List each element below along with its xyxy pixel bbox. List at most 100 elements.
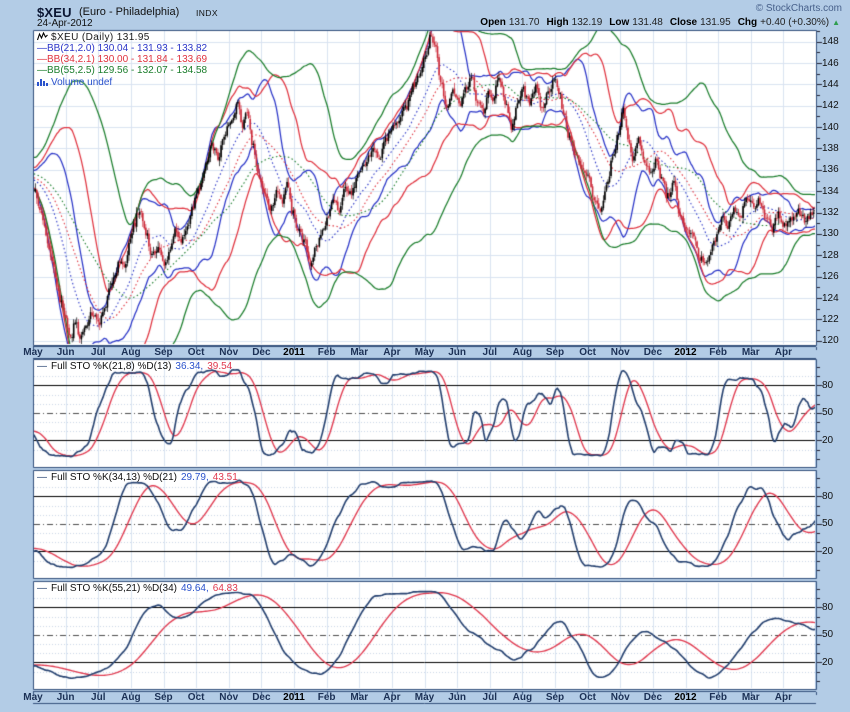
price-tick-label: 142: [822, 101, 839, 111]
ohlc-label: Open: [480, 17, 506, 28]
price-tick-label: 144: [822, 80, 839, 90]
month-label: Sep: [546, 693, 564, 703]
stoch-level-label: 50: [822, 519, 833, 529]
month-label: Aug: [121, 348, 140, 358]
volume-bars-icon: [37, 77, 48, 86]
month-label: Mar: [742, 693, 760, 703]
ohlc-label: Close: [670, 17, 697, 28]
month-label: Jun: [448, 348, 466, 358]
month-label: 2011: [283, 348, 305, 358]
month-label: May: [23, 348, 42, 358]
month-label: Oct: [188, 693, 205, 703]
month-label: Nov: [611, 693, 630, 703]
candlestick-style-icon: [37, 32, 48, 41]
month-label: Apr: [383, 693, 400, 703]
month-label: Aug: [121, 693, 140, 703]
ohlc-value: 132.19: [572, 17, 603, 28]
month-label: May: [415, 348, 434, 358]
stoch-level-label: 80: [822, 603, 833, 613]
chart-date: 24-Apr-2012: [37, 19, 93, 29]
stoch-level-label: 80: [822, 492, 833, 502]
bb-line-swatch: —: [37, 43, 47, 54]
main-legend-text: $XEU (Daily) 131.95: [51, 32, 150, 43]
change-up-arrow: ▲: [832, 18, 840, 27]
stoch-d-value: 39.54: [207, 361, 232, 372]
price-tick-label: 120: [822, 336, 839, 346]
bb-legend-text: BB(55,2.5) 129.56 - 132.07 - 134.58: [47, 65, 207, 76]
price-tick-label: 132: [822, 208, 839, 218]
stoch-level-label: 20: [822, 436, 833, 446]
month-label: Aug: [513, 348, 532, 358]
month-label: Dec: [252, 693, 270, 703]
month-label: Jul: [483, 693, 497, 703]
price-tick-label: 134: [822, 187, 839, 197]
bb-legend-55: —BB(55,2.5) 129.56 - 132.07 - 134.58: [37, 66, 207, 76]
month-label: May: [415, 693, 434, 703]
month-label: Nov: [219, 693, 238, 703]
price-tick-label: 136: [822, 165, 839, 175]
stoch-level-label: 50: [822, 408, 833, 418]
month-label: Nov: [611, 348, 630, 358]
month-label: Jun: [57, 693, 75, 703]
price-tick-label: 140: [822, 123, 839, 133]
month-label: Jun: [57, 348, 75, 358]
ohlc-label: Chg: [738, 17, 757, 28]
ohlc-value: +0.40 (+0.30%): [760, 17, 829, 28]
stoch-level-label: 20: [822, 547, 833, 557]
main-legend-line: $XEU (Daily) 131.95: [37, 32, 150, 43]
month-label: Dec: [644, 693, 662, 703]
price-tick-label: 124: [822, 294, 839, 304]
month-label: Aug: [513, 693, 532, 703]
month-label: Mar: [742, 348, 760, 358]
month-label: Mar: [350, 348, 368, 358]
month-label: Dec: [644, 348, 662, 358]
volume-legend-line: Volume undef: [37, 77, 112, 88]
month-label: 2012: [674, 348, 696, 358]
month-label: Jul: [483, 348, 497, 358]
price-tick-label: 146: [822, 59, 839, 69]
stoch-k-value: 49.64,: [181, 583, 209, 594]
month-label: Nov: [219, 348, 238, 358]
month-label: Jul: [91, 693, 105, 703]
ohlc-value: 131.48: [632, 17, 663, 28]
ohlc-label: High: [546, 17, 568, 28]
stockcharts-chart-window: $XEU (Euro - Philadelphia) INDX © StockC…: [0, 0, 850, 712]
price-tick-label: 148: [822, 37, 839, 47]
bb-legend-text: BB(21,2.0) 130.04 - 131.93 - 133.82: [47, 43, 207, 54]
month-label: Feb: [318, 348, 336, 358]
price-tick-label: 128: [822, 251, 839, 261]
stoch-line-swatch: —: [37, 583, 47, 594]
stoch-legend-text: Full STO %K(55,21) %D(34): [51, 583, 177, 594]
month-label: Feb: [709, 693, 727, 703]
ohlc-value: 131.95: [700, 17, 731, 28]
month-label: Mar: [350, 693, 368, 703]
stoch-d-value: 64.83: [213, 583, 238, 594]
month-label: Sep: [546, 348, 564, 358]
price-tick-label: 126: [822, 272, 839, 282]
bb-line-swatch: —: [37, 54, 47, 65]
stoch-line-swatch: —: [37, 472, 47, 483]
stoch-panel-legend: —Full STO %K(21,8) %D(13)36.34,39.54: [37, 362, 232, 372]
stoch-legend-text: Full STO %K(34,13) %D(21): [51, 472, 177, 483]
stoch-legend-text: Full STO %K(21,8) %D(13): [51, 361, 171, 372]
month-label: Oct: [579, 348, 596, 358]
month-label: Apr: [775, 348, 792, 358]
stoch-level-label: 50: [822, 630, 833, 640]
month-label: 2011: [283, 693, 305, 703]
ohlc-label: Low: [609, 17, 629, 28]
month-label: 2012: [674, 693, 696, 703]
month-label: Sep: [154, 693, 172, 703]
ohlc-readout: Open131.70 High 132.19 Low131.48 Close131.95…: [473, 18, 840, 28]
ohlc-value: 131.70: [509, 17, 540, 28]
month-label: Feb: [709, 348, 727, 358]
month-label: Jul: [91, 348, 105, 358]
stoch-level-label: 80: [822, 381, 833, 391]
month-label: Apr: [775, 693, 792, 703]
stoch-d-value: 43.51: [213, 472, 238, 483]
bb-legend-text: BB(34,2.1) 130.00 - 131.84 - 133.69: [47, 54, 207, 65]
stoch-level-label: 20: [822, 658, 833, 668]
copyright-credit: © StockCharts.com: [756, 4, 842, 14]
month-label: May: [23, 693, 42, 703]
stoch-panel-legend: — Full STO %K(55,21) %D(34) 49.64, 64.83: [37, 584, 238, 594]
month-label: Sep: [154, 348, 172, 358]
